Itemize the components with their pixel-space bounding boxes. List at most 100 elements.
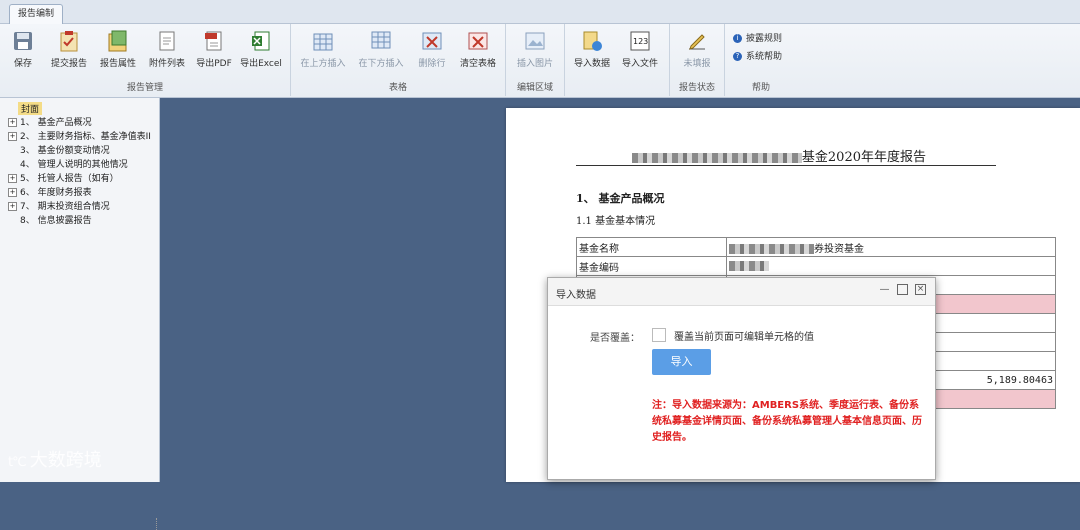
maximize-icon[interactable] <box>897 284 908 295</box>
export-pdf-label: 导出PDF <box>196 59 232 69</box>
table-row: 基金名称 券投资基金 <box>576 237 1056 257</box>
tree-item-5[interactable]: +5、 托管人报告（如有） <box>8 171 119 184</box>
table-cell-value[interactable] <box>726 256 1056 276</box>
import-data-label: 导入数据 <box>573 59 610 69</box>
export-excel-button[interactable]: 导出Excel <box>238 29 284 69</box>
panel-splitter-handle[interactable] <box>156 518 159 530</box>
outline-tree-panel: 封面 +1、 基金产品概况 +2、 主要财务指标、基金净值表II 3、 基金份额… <box>0 98 160 530</box>
expand-icon[interactable]: + <box>8 132 17 141</box>
dialog-title: 导入数据 <box>556 290 596 301</box>
report-status-label: 未填报 <box>683 59 711 69</box>
report-properties-button[interactable]: 报告属性 <box>95 29 141 69</box>
watermark: t℃ 大数跨境 <box>8 446 102 472</box>
insert-above-button[interactable]: 在上方插入 <box>297 29 349 69</box>
tree-item-num: 8、 <box>20 216 35 226</box>
minimize-icon[interactable]: — <box>879 284 890 295</box>
delete-row-icon <box>422 32 442 50</box>
pdf-icon <box>205 31 222 51</box>
import-file-icon: 123 <box>630 31 650 51</box>
import-data-button[interactable]: 导入数据 <box>569 29 615 69</box>
dialog-header: 导入数据 — × <box>548 278 935 306</box>
tree-item-label: 期末投资组合情况 <box>37 202 110 212</box>
group-label-edit-area: 编辑区域 <box>516 83 553 93</box>
fund-name-suffix: 券投资基金 <box>814 243 864 255</box>
tree-item-6[interactable]: +6、 年度财务报表 <box>8 185 92 198</box>
insert-below-label: 在下方插入 <box>358 59 404 69</box>
group-table: 在上方插入 在下方插入 删除行 清空表格 表格 <box>291 24 506 96</box>
tree-item-num: 7、 <box>20 202 35 212</box>
document-title-text: 基金2020年年度报告 <box>801 150 926 165</box>
properties-icon <box>108 30 127 52</box>
group-help: i 披露规则 ? 系统帮助 帮助 <box>725 24 797 96</box>
redacted-value <box>729 243 814 254</box>
ribbon-toolbar: 报告编制 保存 提交报告 报告属性 附件列表 导出PDF 导出Excel 报告管… <box>0 0 1080 98</box>
tree-item-num: 3、 <box>20 146 35 156</box>
expand-icon[interactable]: + <box>8 202 17 211</box>
excel-icon <box>252 31 270 51</box>
overwrite-checkbox[interactable] <box>652 328 666 342</box>
export-excel-label: 导出Excel <box>240 59 282 69</box>
export-pdf-button[interactable]: 导出PDF <box>191 29 237 69</box>
expand-icon[interactable]: + <box>8 188 17 197</box>
save-label: 保存 <box>13 59 32 69</box>
tree-item-num: 5、 <box>20 174 35 184</box>
expand-icon[interactable]: + <box>8 118 17 127</box>
delete-row-label: 删除行 <box>418 59 446 69</box>
help-icon: ? <box>733 52 742 61</box>
tree-item-2[interactable]: +2、 主要财务指标、基金净值表II <box>8 129 151 142</box>
report-status-button[interactable]: 未填报 <box>674 29 720 69</box>
disclosure-rules-label: 披露规则 <box>746 34 783 44</box>
group-label-help: 帮助 <box>751 83 770 93</box>
attachment-list-button[interactable]: 附件列表 <box>144 29 190 69</box>
group-label-report-management: 报告管理 <box>126 83 163 93</box>
system-help-label: 系统帮助 <box>746 52 783 62</box>
delete-row-button[interactable]: 删除行 <box>409 29 455 69</box>
tree-item-1[interactable]: +1、 基金产品概况 <box>8 115 92 128</box>
group-report-management: 保存 提交报告 报告属性 附件列表 导出PDF 导出Excel 报告管理 <box>0 24 291 96</box>
import-button[interactable]: 导入 <box>652 349 711 375</box>
tree-item-8[interactable]: 8、 信息披露报告 <box>8 213 92 226</box>
insert-image-button[interactable]: 插入图片 <box>512 29 558 69</box>
clipboard-check-icon <box>60 31 78 52</box>
watermark-logo-icon: t℃ <box>8 455 27 470</box>
clear-table-button[interactable]: 清空表格 <box>455 29 501 69</box>
tab-report-editing[interactable]: 报告编制 <box>9 4 64 24</box>
system-help-link[interactable]: ? 系统帮助 <box>733 49 782 62</box>
submit-report-button[interactable]: 提交报告 <box>46 29 92 69</box>
save-button[interactable]: 保存 <box>0 29 46 69</box>
attachment-list-label: 附件列表 <box>148 59 185 69</box>
table-cell-value[interactable]: 券投资基金 <box>726 237 1056 257</box>
tree-item-label: 主要财务指标、基金净值表II <box>37 132 151 142</box>
group-label-report-status: 报告状态 <box>678 83 715 93</box>
import-data-icon <box>583 31 602 51</box>
tree-item-label: 托管人报告（如有） <box>37 174 119 184</box>
disclosure-rules-link[interactable]: i 披露规则 <box>733 31 782 44</box>
tree-root-cover[interactable]: 封面 <box>18 102 43 115</box>
tree-item-7[interactable]: +7、 期末投资组合情况 <box>8 199 110 212</box>
edit-pen-icon <box>689 34 705 50</box>
close-icon[interactable]: × <box>915 284 926 295</box>
table-insert-below-icon <box>371 31 391 49</box>
svg-text:123: 123 <box>633 37 648 46</box>
tree-item-label: 管理人说明的其他情况 <box>37 160 128 170</box>
redacted-value <box>729 260 769 271</box>
overwrite-label: 是否覆盖： <box>590 333 640 344</box>
tree-item-label: 信息披露报告 <box>37 216 92 226</box>
watermark-text: 大数跨境 <box>29 450 102 471</box>
insert-image-label: 插入图片 <box>516 59 553 69</box>
import-data-dialog: 导入数据 — × 是否覆盖： 覆盖当前页面可编辑单元格的值 导入 注：导入数据来… <box>547 277 936 480</box>
clear-table-label: 清空表格 <box>459 59 496 69</box>
tree-item-3[interactable]: 3、 基金份额变动情况 <box>8 143 110 156</box>
tree-item-4[interactable]: 4、 管理人说明的其他情况 <box>8 157 128 170</box>
tree-item-num: 4、 <box>20 160 35 170</box>
table-cell-label: 基金名称 <box>576 237 727 257</box>
document-title: 基金2020年年度报告 <box>576 146 996 166</box>
redacted-fund-name <box>631 152 802 163</box>
tree-item-num: 1、 <box>20 118 35 128</box>
expand-icon[interactable]: + <box>8 174 17 183</box>
insert-below-button[interactable]: 在下方插入 <box>355 29 407 69</box>
import-file-button[interactable]: 123 导入文件 <box>617 29 663 69</box>
table-row: 基金编码 <box>576 256 1056 276</box>
tree-item-label: 基金份额变动情况 <box>37 146 110 156</box>
attachment-icon <box>159 31 175 51</box>
